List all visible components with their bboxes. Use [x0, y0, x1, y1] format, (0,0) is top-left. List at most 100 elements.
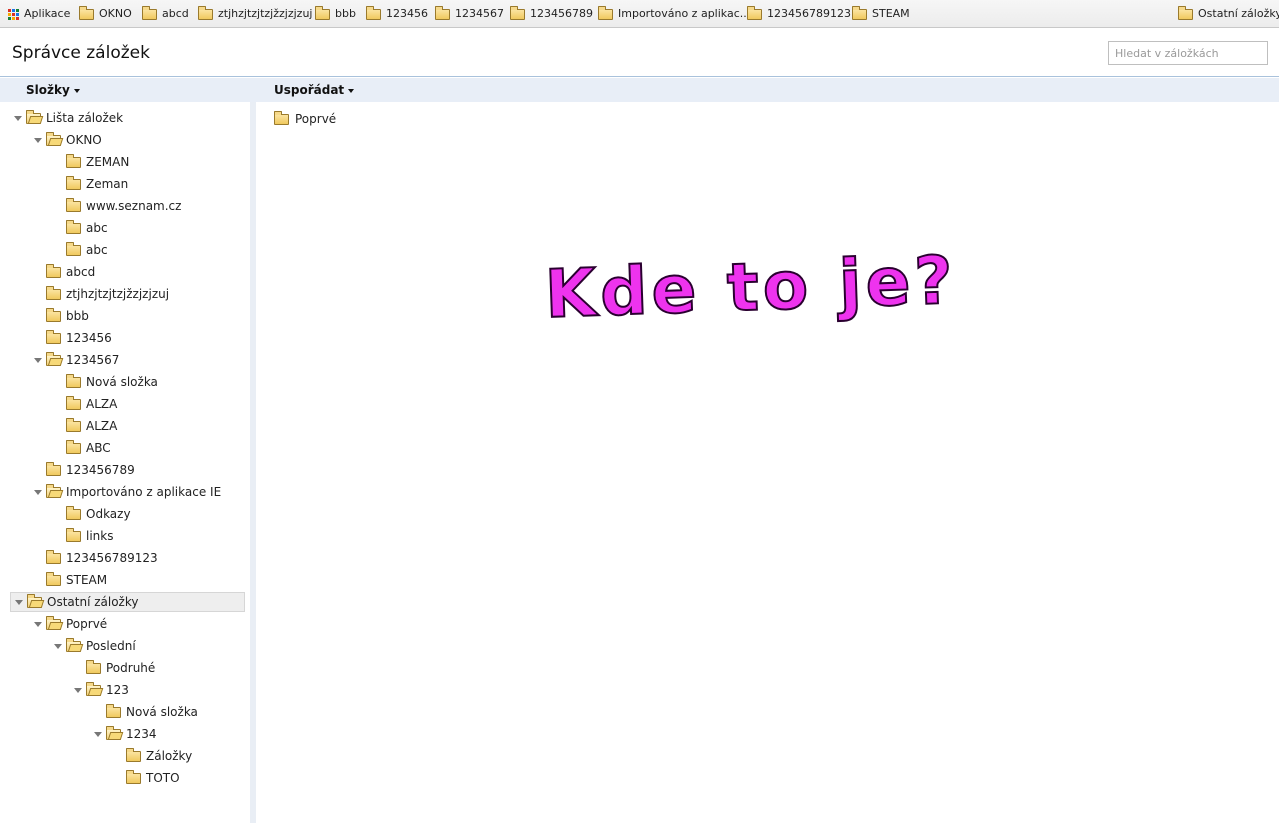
bookmark-folder[interactable]: abcd	[142, 0, 189, 28]
tree-item[interactable]: Zeman	[54, 174, 128, 194]
bookmark-folder[interactable]: STEAM	[852, 0, 910, 28]
tree-item[interactable]: ztjhzjtzjtzjžzjzjzuj	[34, 284, 169, 304]
bookmark-folder[interactable]: ztjhzjtzjtzjžzjzjzuj	[198, 0, 312, 28]
tree-item[interactable]: ABC	[54, 438, 111, 458]
tree-item[interactable]: abc	[54, 218, 108, 238]
list-item[interactable]: Poprvé	[274, 109, 336, 129]
tree-item-label: ABC	[86, 441, 111, 455]
tree-item[interactable]: ZEMAN	[54, 152, 129, 172]
tree-item[interactable]: Záložky	[114, 746, 192, 766]
bookmark-label: Ostatní záložky	[1198, 7, 1279, 20]
tree-item[interactable]: Poprvé	[34, 614, 107, 634]
tree-item[interactable]: OKNO	[34, 130, 102, 150]
tree-item-label: Odkazy	[86, 507, 131, 521]
tree-item[interactable]: 123456789	[34, 460, 135, 480]
tree-item-label: bbb	[66, 309, 89, 323]
bookmark-folder[interactable]: 123456789123	[747, 0, 851, 28]
folder-icon	[46, 462, 61, 476]
bookmark-folder[interactable]: Importováno z aplikac...	[598, 0, 750, 28]
bookmark-label: abcd	[162, 7, 189, 20]
tree-item[interactable]: 1234	[94, 724, 157, 744]
caret-down-icon	[73, 88, 80, 93]
bookmark-label: 123456789123	[767, 7, 851, 20]
expand-triangle-icon[interactable]	[34, 621, 42, 627]
folder-icon	[46, 550, 61, 564]
tree-item[interactable]: bbb	[34, 306, 89, 326]
tree-item[interactable]: Podruhé	[74, 658, 155, 678]
tree-item-label: Importováno z aplikace IE	[66, 485, 222, 499]
tree-item[interactable]: abcd	[34, 262, 95, 282]
overlay-annotation-text: Kde to je?	[543, 241, 959, 334]
tree-item[interactable]: Odkazy	[54, 504, 131, 524]
tree-item-label: Nová složka	[86, 375, 158, 389]
tree-item[interactable]: abc	[54, 240, 108, 260]
folder-icon	[46, 286, 61, 300]
tree-item-label: 1234567	[66, 353, 120, 367]
tree-item[interactable]: 123456789123	[34, 548, 158, 568]
bookmark-label: 123456789	[530, 7, 593, 20]
folder-icon	[66, 528, 81, 542]
bookmark-label: Importováno z aplikac...	[618, 7, 751, 20]
bookmark-folder[interactable]: 123456789	[510, 0, 593, 28]
search-input[interactable]	[1108, 41, 1268, 65]
tree-item[interactable]: TOTO	[114, 768, 180, 788]
expand-triangle-icon[interactable]	[34, 357, 42, 363]
bookmark-folder[interactable]: 1234567	[435, 0, 504, 28]
bookmark-other-bookmarks[interactable]: Ostatní záložky	[1178, 0, 1279, 28]
tree-item-label: STEAM	[66, 573, 108, 587]
folder-icon	[46, 308, 61, 322]
tree-item[interactable]: Nová složka	[54, 372, 158, 392]
folder-open-icon	[106, 726, 121, 740]
tree-item-label: Lišta záložek	[46, 111, 124, 125]
folder-icon	[79, 6, 94, 20]
folder-icon	[598, 6, 613, 20]
bookmark-folder[interactable]: 123456	[366, 0, 428, 28]
tree-item-label: abc	[86, 221, 108, 235]
bookmark-folder[interactable]: bbb	[315, 0, 356, 28]
page-header: Správce záložek	[0, 29, 1279, 77]
tree-item[interactable]: 1234567	[34, 350, 119, 370]
list-item-label: Poprvé	[295, 112, 337, 126]
tree-item[interactable]: ALZA	[54, 394, 117, 414]
tree-item[interactable]: Importováno z aplikace IE	[34, 482, 221, 502]
folder-open-icon	[46, 484, 61, 498]
toolbar: Složky Uspořádat	[0, 78, 1279, 102]
tree-item[interactable]: links	[54, 526, 113, 546]
tree-item-label: abc	[86, 243, 108, 257]
folder-icon	[66, 154, 81, 168]
tree-item[interactable]: 123	[74, 680, 129, 700]
folder-icon	[1178, 6, 1193, 20]
tree-item[interactable]: www.seznam.cz	[54, 196, 181, 216]
bookmark-apps[interactable]: Aplikace	[8, 0, 70, 28]
bookmark-list: Poprvé Kde to je?	[256, 102, 1279, 823]
tree-item-label: abcd	[66, 265, 96, 279]
expand-triangle-icon[interactable]	[94, 731, 102, 737]
bookmark-label: 1234567	[455, 7, 504, 20]
folder-open-icon	[27, 594, 42, 608]
expand-triangle-icon[interactable]	[15, 599, 23, 605]
tree-item[interactable]: Lišta záložek	[14, 108, 123, 128]
tree-item[interactable]: Nová složka	[94, 702, 198, 722]
tree-item-label: ALZA	[86, 419, 118, 433]
tree-item[interactable]: 123456	[34, 328, 112, 348]
expand-triangle-icon[interactable]	[74, 687, 82, 693]
organize-menu-button[interactable]: Uspořádat	[274, 78, 355, 102]
bookmark-label: OKNO	[99, 7, 132, 20]
expand-triangle-icon[interactable]	[34, 137, 42, 143]
bookmark-folder[interactable]: OKNO	[79, 0, 132, 28]
tree-item[interactable]: Poslední	[54, 636, 136, 656]
folder-icon	[66, 176, 81, 190]
expand-triangle-icon[interactable]	[34, 489, 42, 495]
tree-item[interactable]: Ostatní záložky	[10, 592, 245, 612]
folders-menu-button[interactable]: Složky	[26, 78, 80, 102]
folder-open-icon	[46, 352, 61, 366]
expand-triangle-icon[interactable]	[14, 115, 22, 121]
bookmark-label: Aplikace	[24, 7, 71, 20]
folder-icon	[126, 770, 141, 784]
tree-item-label: 123456789	[66, 463, 135, 477]
tree-item-label: Nová složka	[126, 705, 198, 719]
tree-item[interactable]: ALZA	[54, 416, 117, 436]
expand-triangle-icon[interactable]	[54, 643, 62, 649]
folders-menu-label: Složky	[26, 83, 70, 97]
tree-item[interactable]: STEAM	[34, 570, 107, 590]
